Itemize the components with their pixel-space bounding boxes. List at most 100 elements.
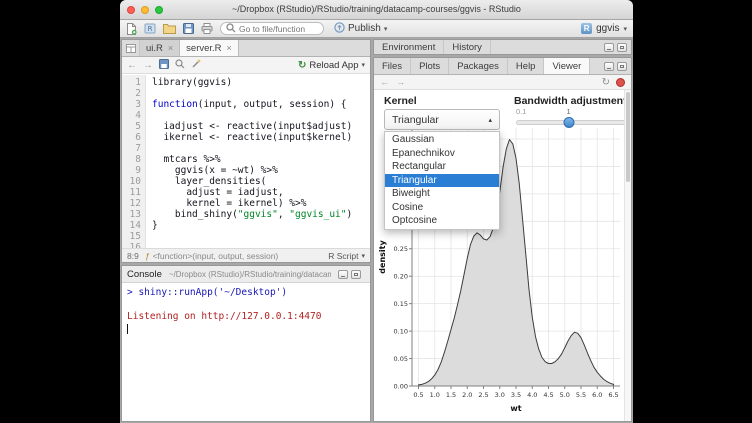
svg-text:wt: wt xyxy=(510,404,521,413)
kernel-option-biweight[interactable]: Biweight xyxy=(385,187,499,201)
tab-plots[interactable]: Plots xyxy=(411,58,449,74)
slider-value-label: 1 xyxy=(567,107,571,116)
close-window-button[interactable] xyxy=(127,6,135,14)
line-number: 6 xyxy=(122,132,141,143)
code-line[interactable]: ggvis(x = ~wt) %>% xyxy=(152,165,370,176)
publish-button[interactable]: Publish ▾ xyxy=(331,22,390,36)
maximize-pane-button[interactable] xyxy=(617,43,627,52)
kernel-dropdown-list: GaussianEpanechnikovRectangularTriangula… xyxy=(384,131,500,230)
kernel-option-cosine[interactable]: Cosine xyxy=(385,201,499,215)
maximize-pane-button[interactable] xyxy=(617,62,627,71)
stop-app-button[interactable] xyxy=(616,78,625,87)
code-tools-wand-icon[interactable] xyxy=(191,58,202,72)
kernel-option-triangular[interactable]: Triangular xyxy=(385,174,499,188)
svg-text:0.15: 0.15 xyxy=(394,300,408,308)
minimize-window-button[interactable] xyxy=(141,6,149,14)
kernel-select[interactable]: Triangular ▴ xyxy=(384,109,500,130)
viewer-scrollbar[interactable] xyxy=(624,90,631,421)
source-tab-ui-r[interactable]: ui.R× xyxy=(140,40,180,56)
environment-tabbar: EnvironmentHistory xyxy=(373,39,632,55)
find-replace-icon[interactable] xyxy=(175,59,185,72)
svg-text:0.00: 0.00 xyxy=(394,382,408,390)
project-selector[interactable]: R ggvis ▾ xyxy=(581,23,627,34)
console-output[interactable]: > shiny::runApp('~/Desktop') Listening o… xyxy=(122,283,370,421)
line-number: 5 xyxy=(122,121,141,132)
open-file-icon[interactable] xyxy=(163,22,176,36)
editor-statusbar: 8:9 ƒ<function>(input, output, session) … xyxy=(122,248,370,262)
slider-handle[interactable] xyxy=(563,117,574,128)
kernel-option-optcosine[interactable]: Optcosine xyxy=(385,214,499,228)
code-line[interactable]: } xyxy=(152,220,370,231)
goto-file-input[interactable] xyxy=(239,24,323,34)
viewer-forward-icon[interactable]: → xyxy=(396,77,405,87)
kernel-option-epanechnikov[interactable]: Epanechnikov xyxy=(385,147,499,161)
code-line[interactable]: iadjust <- reactive(input$adjust) xyxy=(152,121,370,132)
chevron-down-icon[interactable]: ▾ xyxy=(361,61,365,69)
code-line[interactable]: layer_densities( xyxy=(152,176,370,187)
code-line[interactable] xyxy=(152,88,370,99)
scrollbar-thumb[interactable] xyxy=(626,92,630,182)
kernel-option-rectangular[interactable]: Rectangular xyxy=(385,160,499,174)
close-tab-icon[interactable]: × xyxy=(227,43,232,53)
new-file-icon[interactable] xyxy=(126,22,137,36)
code-line[interactable]: mtcars %>% xyxy=(152,154,370,165)
line-number: 9 xyxy=(122,165,141,176)
scope-indicator[interactable]: ƒ<function>(input, output, session) xyxy=(145,251,278,261)
tab-help[interactable]: Help xyxy=(508,58,545,74)
code-line[interactable]: library(ggvis) xyxy=(152,77,370,88)
new-project-icon[interactable]: R xyxy=(144,22,156,36)
code-line[interactable] xyxy=(152,110,370,121)
code-line[interactable]: adjust = iadjust, xyxy=(152,187,370,198)
tab-packages[interactable]: Packages xyxy=(449,58,508,74)
line-number: 2 xyxy=(122,88,141,99)
maximize-pane-button[interactable] xyxy=(351,270,361,279)
tab-files[interactable]: Files xyxy=(374,58,411,74)
code-editor[interactable]: 12345678910111213141516 library(ggvis) f… xyxy=(122,75,370,248)
minimize-pane-button[interactable] xyxy=(338,270,348,279)
chevron-down-icon: ▾ xyxy=(623,25,627,33)
goto-file-search[interactable] xyxy=(220,22,324,35)
minimize-pane-button[interactable] xyxy=(604,43,614,52)
source-pane: ui.R×server.R× ← → ↻ Reload App ▾ 123456… xyxy=(121,39,371,263)
forward-icon[interactable]: → xyxy=(143,60,153,71)
bandwidth-slider[interactable]: 0.1 1 2 xyxy=(516,107,628,131)
viewer-pane: FilesPlotsPackagesHelpViewer ← → ↻ Kern xyxy=(373,57,632,422)
publish-label: Publish xyxy=(348,23,381,34)
tab-environment[interactable]: Environment xyxy=(374,40,444,54)
viewer-back-icon[interactable]: ← xyxy=(380,77,389,87)
kernel-option-gaussian[interactable]: Gaussian xyxy=(385,133,499,147)
back-icon[interactable]: ← xyxy=(127,60,137,71)
save-icon[interactable] xyxy=(183,22,194,36)
code-line[interactable]: bind_shiny("ggvis", "ggvis_ui") xyxy=(152,209,370,220)
code-line[interactable] xyxy=(152,143,370,154)
zoom-window-button[interactable] xyxy=(155,6,163,14)
tab-viewer[interactable]: Viewer xyxy=(544,58,590,74)
svg-text:2.5: 2.5 xyxy=(478,391,488,399)
traffic-lights xyxy=(127,6,163,14)
print-icon[interactable] xyxy=(201,22,213,36)
file-type-selector[interactable]: R Script▾ xyxy=(328,251,365,261)
editor-toolbar: ← → ↻ Reload App ▾ xyxy=(122,57,370,74)
viewer-refresh-icon[interactable]: ↻ xyxy=(602,77,610,88)
source-tab-server-r[interactable]: server.R× xyxy=(180,40,239,56)
pane-popout-icon[interactable] xyxy=(122,40,140,56)
workspace: ui.R×server.R× ← → ↻ Reload App ▾ 123456… xyxy=(120,38,633,423)
code-line[interactable]: kernel = ikernel) %>% xyxy=(152,198,370,209)
tab-history[interactable]: History xyxy=(444,40,491,54)
code-line[interactable]: ikernel <- reactive(input$kernel) xyxy=(152,132,370,143)
minimize-pane-button[interactable] xyxy=(604,62,614,71)
reload-app-button[interactable]: Reload App xyxy=(309,60,358,71)
reload-app-icon[interactable]: ↻ xyxy=(298,60,306,71)
svg-text:0.25: 0.25 xyxy=(394,245,408,253)
line-number: 8 xyxy=(122,154,141,165)
line-number-gutter: 12345678910111213141516 xyxy=(122,75,146,248)
save-icon[interactable] xyxy=(159,59,169,72)
svg-text:R: R xyxy=(148,25,153,33)
console-tab-label[interactable]: Console xyxy=(127,269,162,280)
line-number: 13 xyxy=(122,209,141,220)
close-tab-icon[interactable]: × xyxy=(168,43,173,53)
code-line[interactable] xyxy=(152,231,370,242)
titlebar[interactable]: ~/Dropbox (RStudio)/RStudio/training/dat… xyxy=(120,0,633,20)
code-line[interactable]: function(input, output, session) { xyxy=(152,99,370,110)
code-text[interactable]: library(ggvis) function(input, output, s… xyxy=(146,75,370,248)
